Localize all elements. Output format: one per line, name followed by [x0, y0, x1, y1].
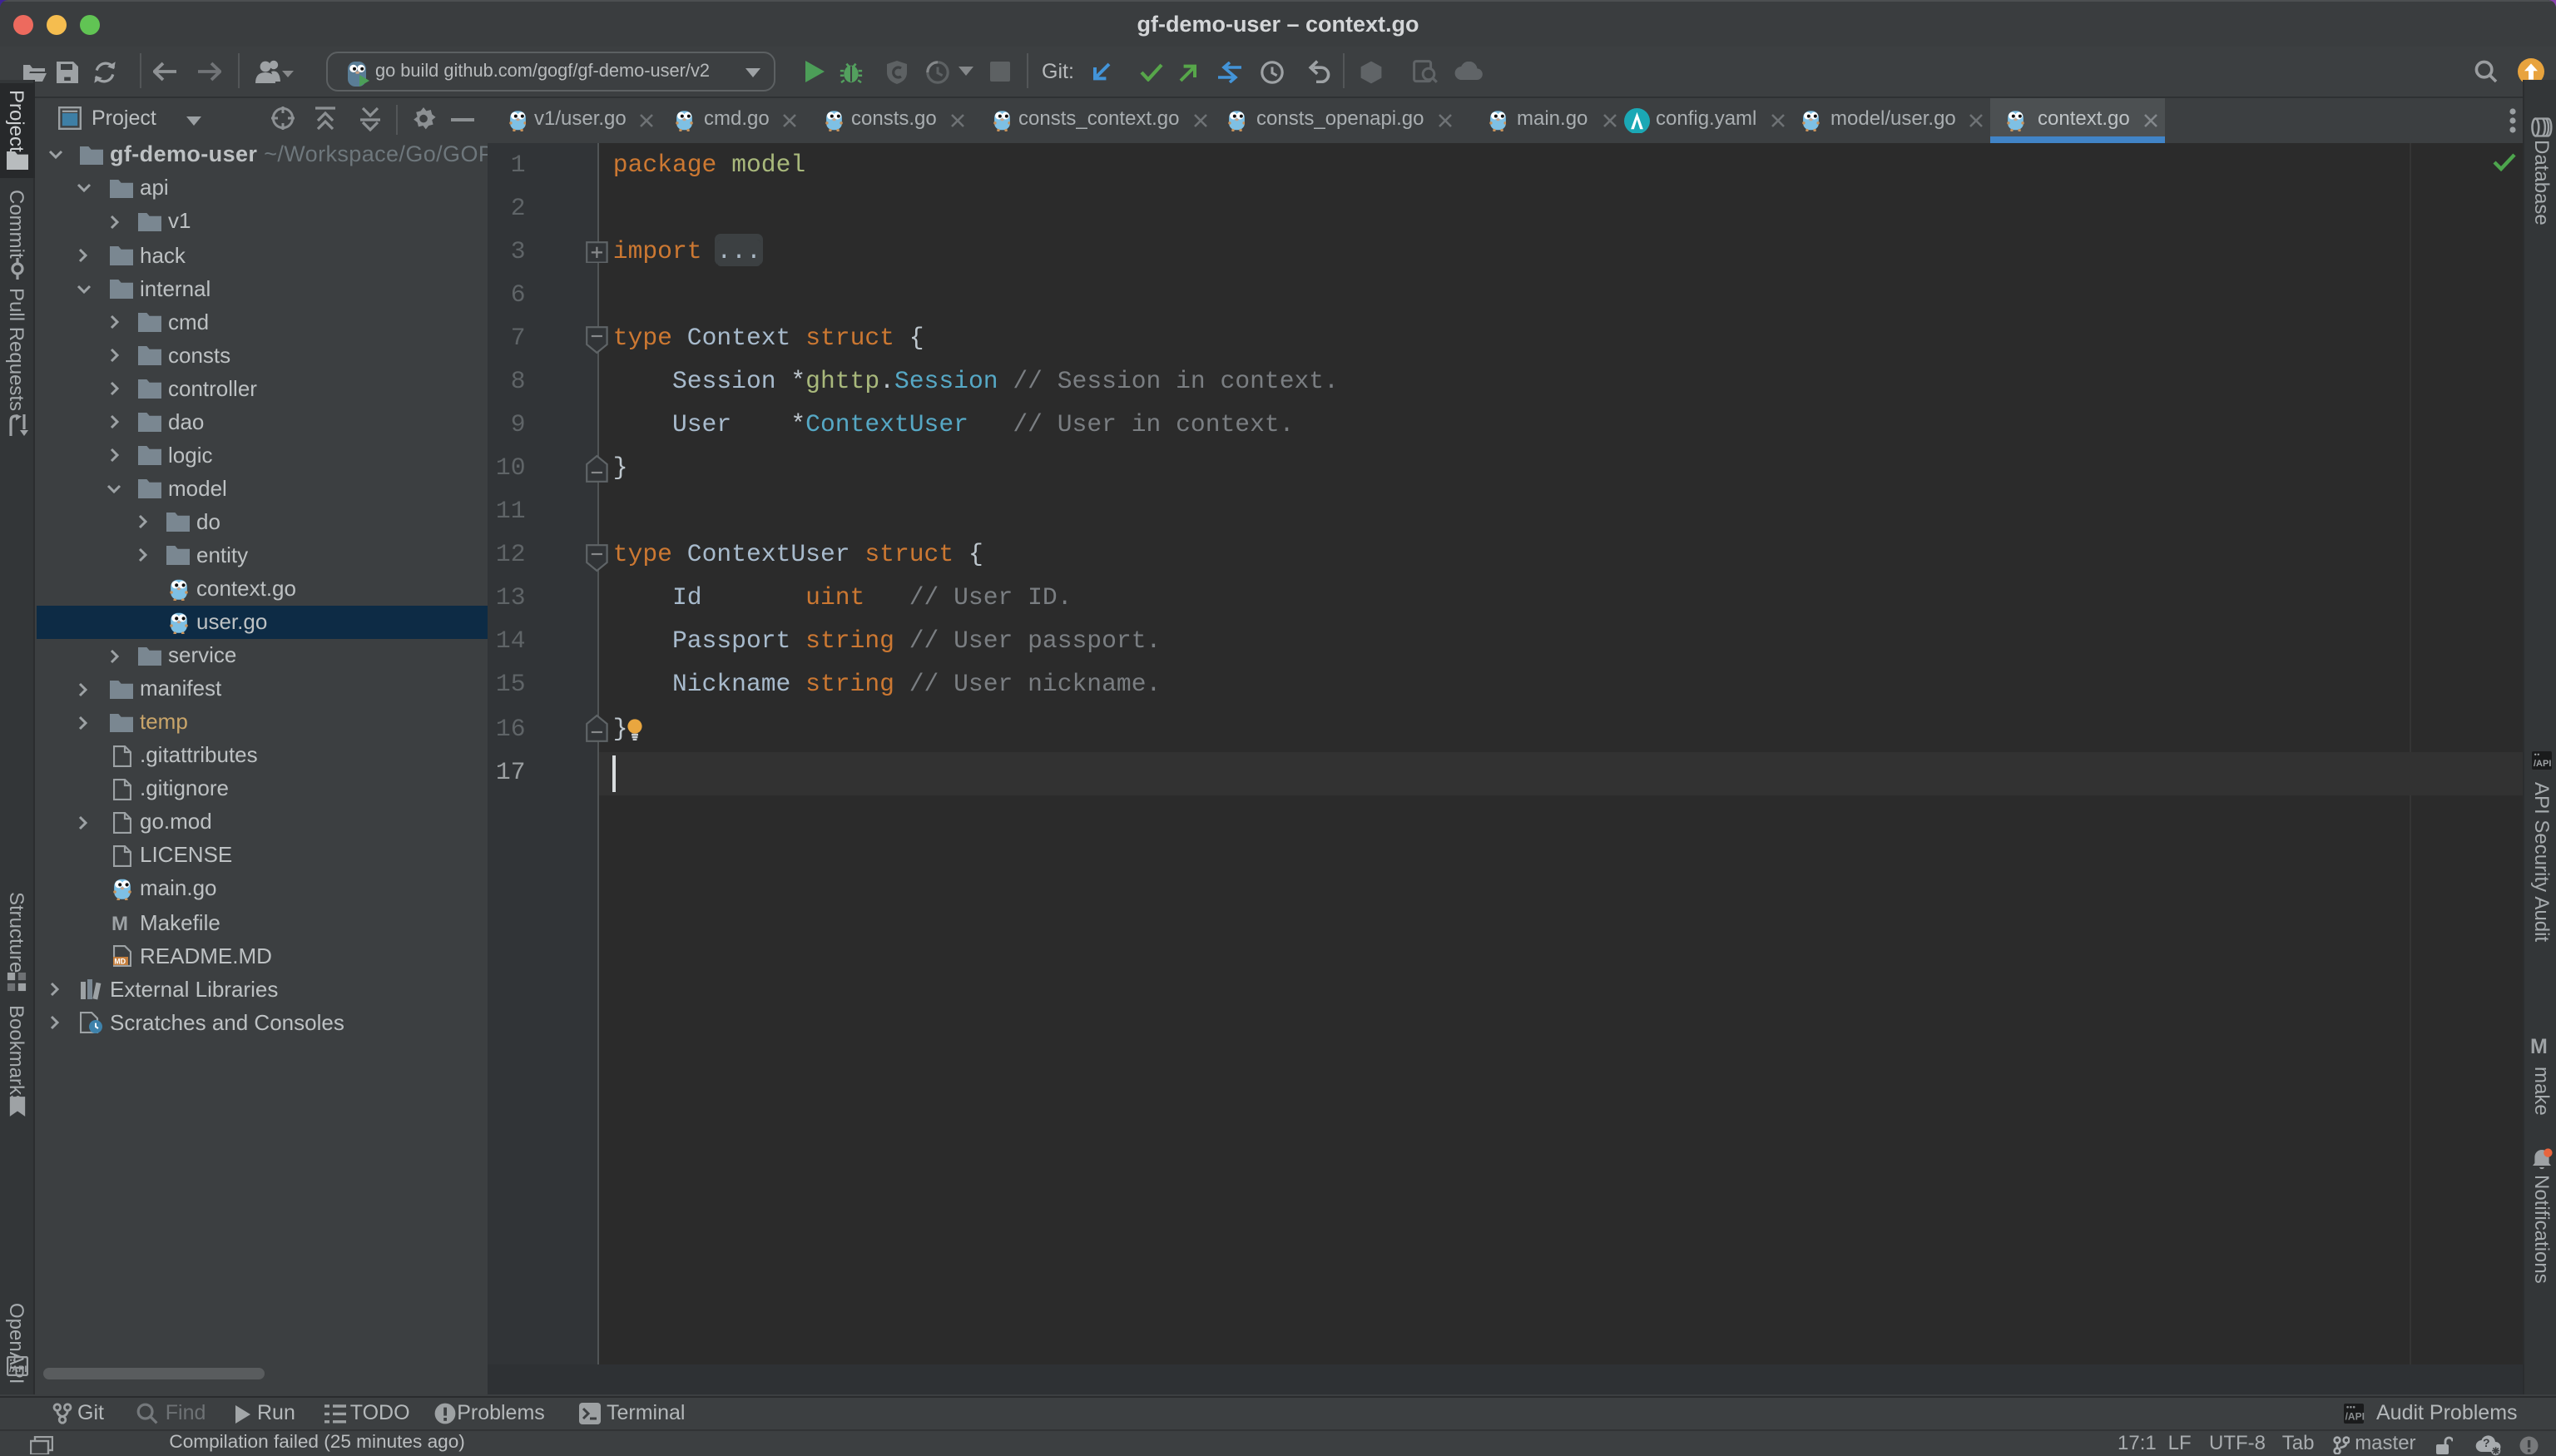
- svg-text:/API: /API: [2345, 1411, 2365, 1423]
- svg-text:/API: /API: [9, 1364, 27, 1374]
- svg-text:/API: /API: [2533, 758, 2550, 768]
- svg-text:?: ?: [2483, 1436, 2490, 1449]
